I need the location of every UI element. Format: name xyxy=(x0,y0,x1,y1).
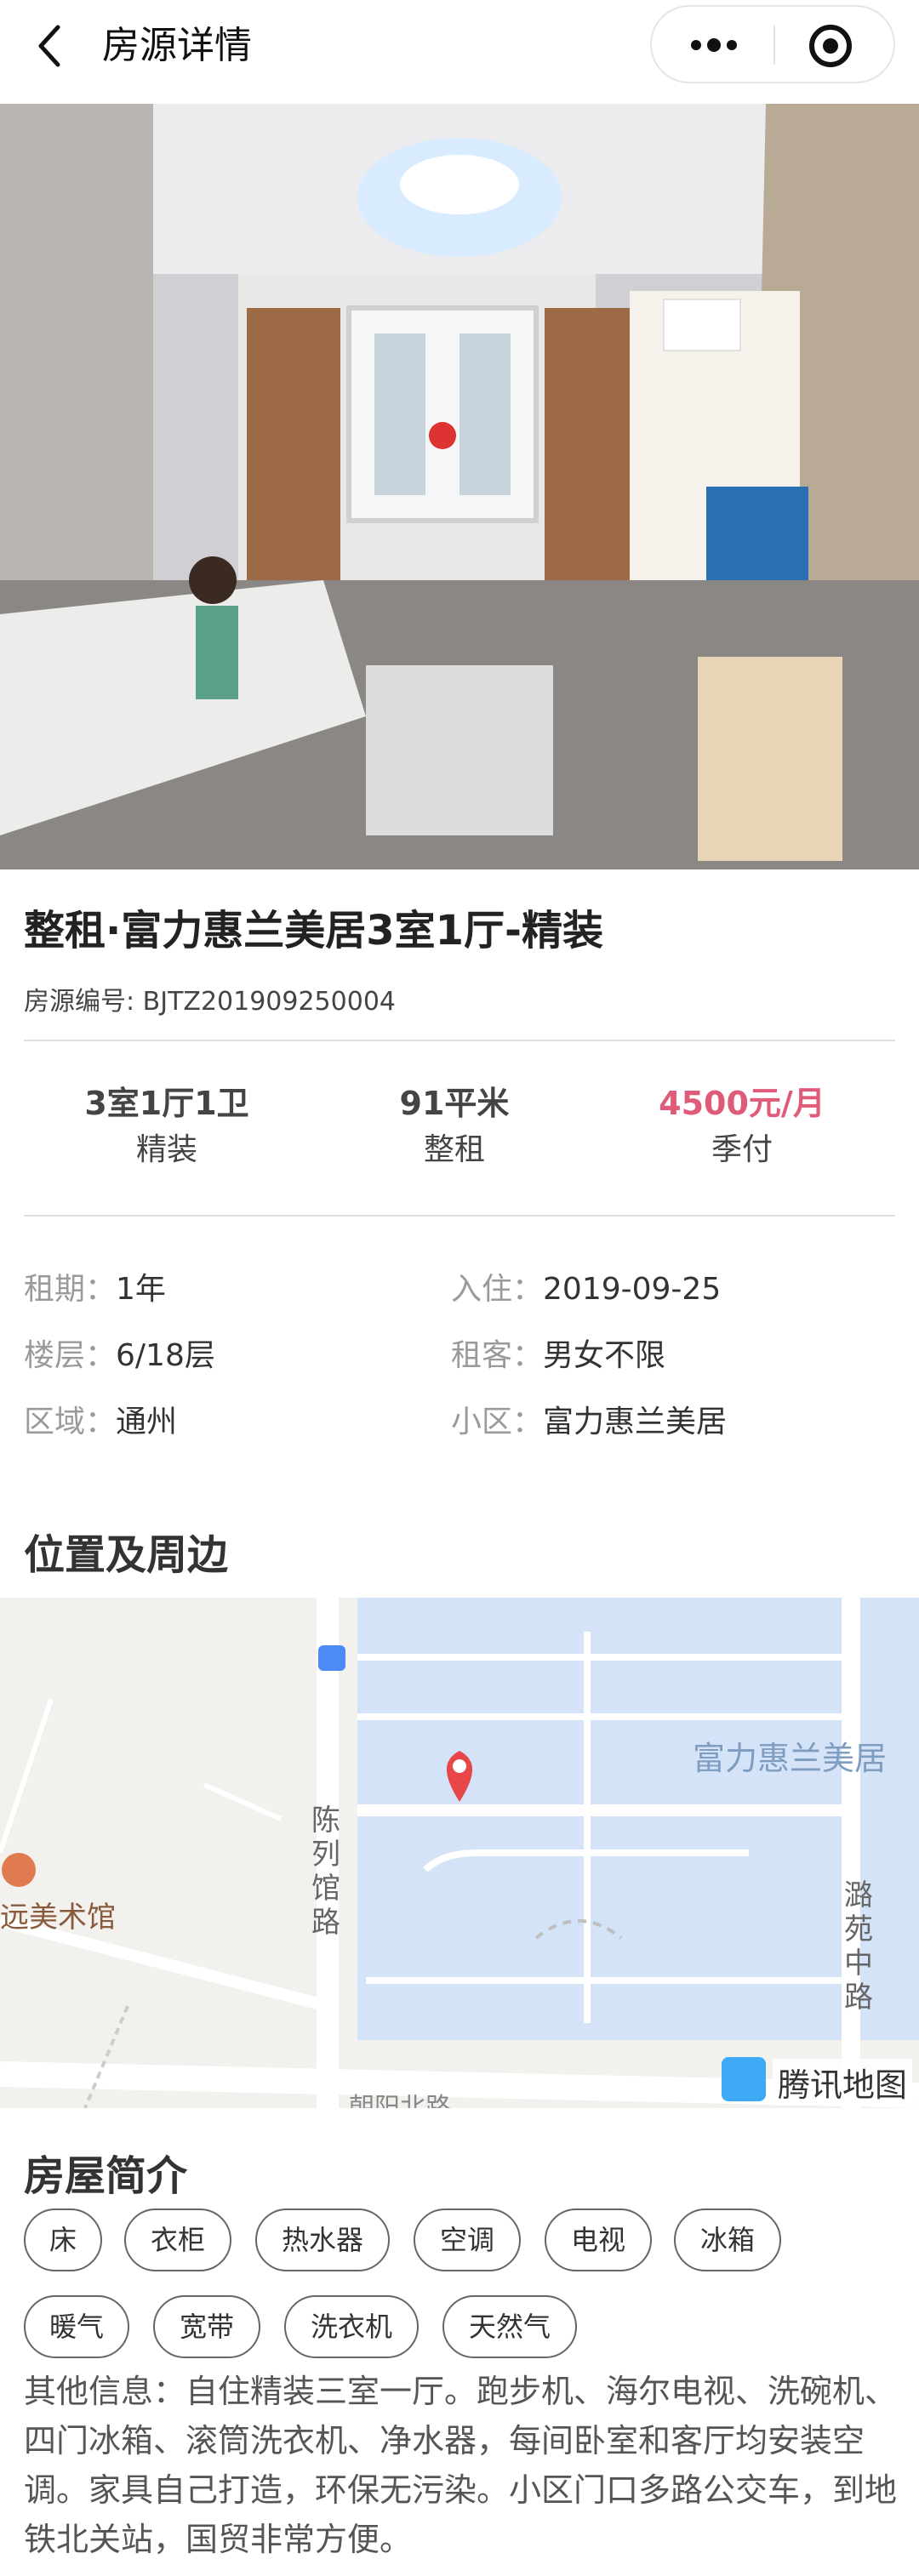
detail-label: 楼层： xyxy=(24,1338,117,1373)
amenity-tag: 热水器 xyxy=(255,2208,390,2271)
spec-layout: 3室1厅1卫 精装 xyxy=(48,1082,286,1176)
listing-title: 整租·富力惠兰美居3室1厅-精装 xyxy=(24,907,603,955)
detail-floor: 楼层：6/18层 xyxy=(24,1336,215,1376)
map-poi-label: 远美术馆 xyxy=(0,1901,116,1935)
detail-area: 区域：通州 xyxy=(24,1402,177,1443)
page-title: 房源详情 xyxy=(102,24,252,67)
detail-label: 区域： xyxy=(24,1405,117,1439)
spec-value: 91平米 xyxy=(399,1085,510,1122)
living-room-photo xyxy=(0,104,919,869)
close-mini-program-icon[interactable] xyxy=(807,22,854,70)
map-road-label: 陈列馆路 xyxy=(311,1804,340,1940)
map-road-label: 朝阳北路 xyxy=(349,2093,451,2108)
nav-bar: 房源详情 xyxy=(0,0,919,102)
more-options-icon[interactable] xyxy=(684,24,744,66)
detail-value: 富力惠兰美居 xyxy=(543,1405,728,1439)
spec-price: 4500元/月 季付 xyxy=(623,1082,861,1176)
listing-photo-carousel[interactable] xyxy=(0,104,919,869)
detail-value: 6/18层 xyxy=(116,1338,215,1373)
spec-sub: 精装 xyxy=(135,1132,197,1167)
divider xyxy=(24,1215,895,1217)
divider xyxy=(24,1040,895,1041)
amenity-tag: 暖气 xyxy=(24,2295,129,2358)
amenity-tag: 天然气 xyxy=(442,2295,577,2358)
detail-label: 租期： xyxy=(24,1272,117,1307)
amenity-tag: 宽带 xyxy=(153,2295,260,2358)
detail-tenant: 租客：男女不限 xyxy=(451,1336,665,1376)
detail-value: 男女不限 xyxy=(543,1338,666,1373)
map-community-label: 富力惠兰美居 xyxy=(693,1740,888,1777)
mini-program-capsule xyxy=(650,5,895,83)
map-canvas xyxy=(0,1598,919,2108)
payment-term: 季付 xyxy=(711,1132,773,1167)
map-road-label: 潞苑中路 xyxy=(844,1878,873,2015)
listing-description: 其他信息：自住精装三室一厅。跑步机、海尔电视、洗碗机、四门冰箱、滚筒洗衣机、净水… xyxy=(24,2373,898,2558)
listing-code: 房源编号: BJTZ201909250004 xyxy=(24,987,396,1017)
back-arrow-icon[interactable] xyxy=(26,20,77,71)
amenity-tag: 冰箱 xyxy=(674,2208,781,2271)
amenity-tag: 床 xyxy=(24,2208,102,2271)
spec-area: 91平米 整租 xyxy=(335,1082,574,1176)
price-value: 4500元/月 xyxy=(659,1085,825,1122)
amenity-tag: 洗衣机 xyxy=(284,2295,419,2358)
detail-community: 小区：富力惠兰美居 xyxy=(451,1402,727,1443)
location-map[interactable]: 富力惠兰美居 陈列馆路 潞苑中路 远美术馆 朝阳北路 腾讯地图 xyxy=(0,1598,919,2108)
detail-label: 入住： xyxy=(451,1272,544,1307)
spec-value: 3室1厅1卫 xyxy=(84,1085,249,1122)
location-section-title: 位置及周边 xyxy=(24,1531,229,1579)
detail-value: 通州 xyxy=(116,1405,178,1439)
detail-lease: 租期：1年 xyxy=(24,1269,166,1310)
detail-value: 2019-09-25 xyxy=(543,1272,722,1307)
map-provider-label: 腾讯地图 xyxy=(773,2059,913,2106)
detail-label: 小区： xyxy=(451,1405,544,1439)
amenity-tag: 衣柜 xyxy=(124,2208,231,2271)
capsule-divider xyxy=(773,26,775,65)
amenity-tag: 电视 xyxy=(545,2208,652,2271)
detail-movein: 入住：2019-09-25 xyxy=(451,1269,721,1310)
spec-sub: 整租 xyxy=(423,1132,485,1167)
intro-section-title: 房屋简介 xyxy=(24,2152,188,2200)
detail-label: 租客： xyxy=(451,1338,544,1373)
amenity-tag: 空调 xyxy=(414,2208,521,2271)
detail-value: 1年 xyxy=(116,1272,166,1307)
